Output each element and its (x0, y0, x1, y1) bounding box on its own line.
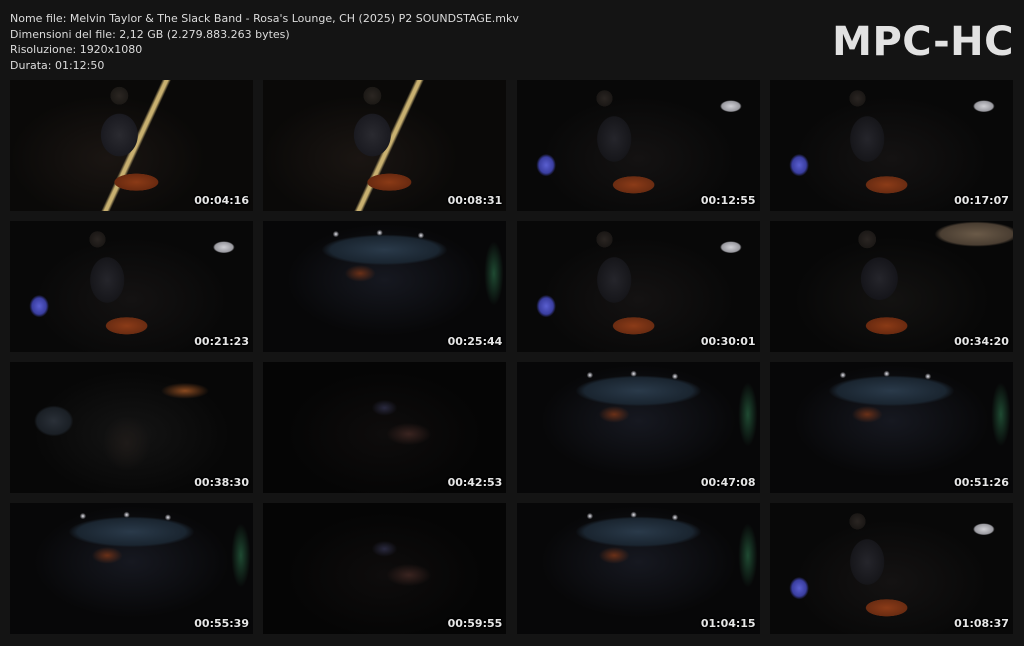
thumbnail[interactable]: 00:08:31 (263, 80, 507, 211)
video-frame-image (263, 362, 507, 493)
video-frame-image (516, 221, 760, 352)
video-frame-image (263, 80, 507, 211)
timestamp: 00:17:07 (954, 194, 1009, 207)
file-size-line: Dimensioni del file: 2,12 GB (2.279.883.… (10, 27, 290, 41)
thumbnail[interactable]: 00:30:01 (516, 221, 760, 352)
thumbnail[interactable]: 00:55:39 (10, 503, 253, 634)
thumbnail[interactable]: 00:38:30 (10, 362, 253, 493)
timestamp: 00:30:01 (700, 335, 756, 348)
thumbnail[interactable]: 00:42:53 (263, 362, 507, 493)
video-frame-image (263, 503, 507, 634)
file-name-line: Nome file: Melvin Taylor & The Slack Ban… (10, 12, 519, 25)
timestamp: 00:42:53 (447, 476, 503, 489)
thumbnail[interactable]: 00:34:20 (769, 221, 1013, 352)
resolution-line: Risoluzione: 1920x1080 (10, 43, 143, 56)
video-frame-image (769, 362, 1013, 493)
timestamp: 00:25:44 (447, 335, 503, 348)
thumbnail[interactable]: 00:59:55 (263, 503, 507, 634)
thumbnail-grid: 00:04:16 00:08:31 00:12:55 00:17:07 00:2… (10, 80, 1014, 636)
timestamp: 00:34:20 (954, 335, 1009, 348)
video-frame-image (10, 80, 253, 211)
duration-line: Durata: 01:12:50 (10, 58, 105, 72)
video-frame-image (769, 80, 1013, 211)
thumbnail[interactable]: 00:51:26 (769, 362, 1013, 493)
video-frame-image (10, 503, 253, 634)
video-frame-image (263, 221, 507, 352)
file-info: Nome file: Melvin Taylor & The Slack Ban… (10, 11, 519, 73)
timestamp: 00:12:55 (700, 194, 756, 207)
timestamp: 00:04:16 (194, 194, 249, 207)
timestamp: 01:08:37 (954, 617, 1009, 630)
thumbnail[interactable]: 00:17:07 (769, 80, 1013, 211)
timestamp: 00:51:26 (954, 476, 1009, 489)
thumbnail[interactable]: 00:04:16 (10, 80, 253, 211)
video-frame-image (516, 80, 760, 211)
thumbnail[interactable]: 00:21:23 (10, 221, 253, 352)
timestamp: 00:38:30 (194, 476, 249, 489)
video-frame-image (10, 362, 253, 493)
app-logo: MPC-HC (832, 19, 1014, 65)
thumbnail[interactable]: 00:25:44 (263, 221, 507, 352)
thumbnail[interactable]: 01:04:15 (516, 503, 760, 634)
video-frame-image (769, 503, 1013, 634)
timestamp: 00:21:23 (194, 335, 249, 348)
thumbnail[interactable]: 00:47:08 (516, 362, 760, 493)
video-frame-image (516, 362, 760, 493)
thumbnail[interactable]: 01:08:37 (769, 503, 1013, 634)
video-frame-image (516, 503, 760, 634)
video-frame-image (10, 221, 253, 352)
timestamp: 00:47:08 (700, 476, 756, 489)
timestamp: 00:55:39 (194, 617, 249, 630)
timestamp: 00:08:31 (447, 194, 503, 207)
timestamp: 01:04:15 (700, 617, 756, 630)
video-frame-image (769, 221, 1013, 352)
timestamp: 00:59:55 (447, 617, 503, 630)
thumbnail[interactable]: 00:12:55 (516, 80, 760, 211)
